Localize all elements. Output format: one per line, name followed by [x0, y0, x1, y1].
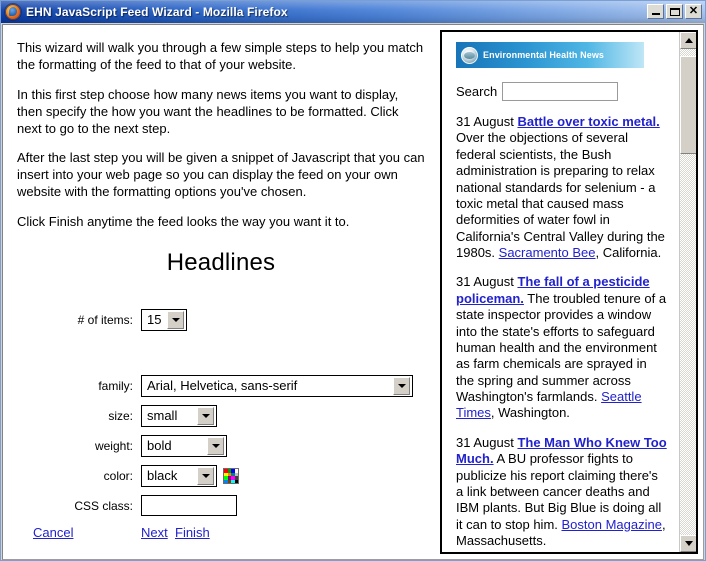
css-class-label: CSS class: [74, 498, 133, 513]
color-row: color: black [17, 465, 425, 488]
chevron-down-icon[interactable] [393, 377, 410, 396]
ehn-banner: Environmental Health News [456, 42, 644, 68]
css-class-row: CSS class: [17, 495, 425, 517]
close-button[interactable]: ✕ [685, 4, 702, 19]
items-row: # of items: 15 [17, 309, 425, 332]
story-source-suffix: , California. [595, 245, 662, 260]
scrollbar-track[interactable] [680, 49, 696, 535]
weight-label: weight: [94, 439, 133, 454]
story-body: Over the objections of several federal s… [456, 130, 665, 260]
story-item: 31 August Battle over toxic metal. Over … [456, 114, 668, 261]
intro-paragraph-1: This wizard will walk you through a few … [17, 40, 424, 72]
wizard-pane: This wizard will walk you through a few … [3, 25, 437, 559]
family-row: family: Arial, Helvetica, sans-serif [17, 375, 425, 398]
css-class-input[interactable] [141, 495, 237, 517]
finish-link[interactable]: Finish [175, 525, 210, 540]
family-value: Arial, Helvetica, sans-serif [147, 378, 298, 394]
story-date: 31 August [456, 434, 514, 450]
intro-paragraph-2: In this first step choose how many news … [17, 86, 399, 136]
intro-paragraph-4: Click Finish anytime the feed looks the … [17, 214, 350, 230]
next-link[interactable]: Next [141, 525, 168, 540]
cancel-link[interactable]: Cancel [33, 525, 73, 540]
chevron-down-icon[interactable] [197, 467, 214, 486]
maximize-button[interactable] [666, 4, 683, 19]
search-label: Search [456, 84, 498, 99]
size-select[interactable]: small [141, 405, 217, 428]
title-bar: EHN JavaScript Feed Wizard - Mozilla Fir… [1, 1, 705, 23]
form-spacer [17, 331, 425, 375]
story-date: 31 August [456, 114, 514, 129]
story-item: 31 August The Man Who Knew Too Much. A B… [456, 435, 668, 550]
family-select[interactable]: Arial, Helvetica, sans-serif [141, 375, 413, 398]
scroll-up-arrow-icon[interactable] [680, 32, 696, 49]
search-input[interactable] [502, 82, 619, 101]
preview-content: Environmental Health News Search 31 Augu… [442, 32, 678, 552]
story-source-link[interactable]: Sacramento Bee [499, 245, 596, 260]
color-palette-icon[interactable] [223, 468, 239, 485]
family-label: family: [98, 379, 133, 394]
firefox-icon [5, 4, 21, 20]
window-controls: ✕ [647, 4, 702, 19]
story-body: The troubled tenure of a state inspector… [456, 290, 667, 404]
size-row: size: small [17, 405, 425, 428]
ehn-site-name: Environmental Health News [483, 50, 605, 60]
color-value: black [147, 468, 178, 484]
scrollbar-thumb[interactable] [680, 56, 696, 154]
weight-row: weight: bold [17, 435, 425, 458]
size-value: small [147, 408, 178, 424]
preview-scrollbar[interactable] [679, 32, 696, 552]
window-title: EHN JavaScript Feed Wizard - Mozilla Fir… [26, 5, 288, 19]
section-title: Headlines [166, 249, 276, 277]
feed-preview-pane: Environmental Health News Search 31 Augu… [440, 30, 698, 554]
weight-select[interactable]: bold [141, 435, 227, 458]
chevron-down-icon[interactable] [167, 311, 184, 330]
search-row: Search [456, 82, 670, 101]
items-value: 15 [147, 312, 162, 328]
wizard-window: EHN JavaScript Feed Wizard - Mozilla Fir… [0, 0, 706, 561]
size-label: size: [108, 409, 133, 424]
ehn-globe-logo-icon [461, 46, 478, 64]
wizard-nav-links: Cancel Next Finish [3, 525, 437, 545]
color-label: color: [103, 469, 133, 484]
minimize-button[interactable] [647, 4, 664, 19]
intro-paragraph-3: After the last step you will be given a … [17, 150, 425, 200]
scroll-down-arrow-icon[interactable] [680, 535, 696, 552]
chevron-down-icon[interactable] [207, 437, 224, 456]
chevron-down-icon[interactable] [197, 407, 214, 426]
weight-value: bold [147, 438, 172, 454]
story-headline-link[interactable]: Battle over toxic metal. [517, 114, 659, 129]
format-form: # of items: 15 family: Arial, Helvetica,… [17, 309, 425, 517]
color-select[interactable]: black [141, 465, 217, 488]
story-date: 31 August [456, 274, 514, 290]
story-item: 31 August The fall of a pesticide police… [456, 274, 668, 421]
story-source-suffix: , Washington. [490, 405, 570, 421]
story-source-link[interactable]: Boston Magazine [562, 517, 662, 532]
client-area: This wizard will walk you through a few … [2, 24, 704, 560]
items-select[interactable]: 15 [141, 309, 187, 332]
items-label: # of items: [77, 313, 133, 328]
